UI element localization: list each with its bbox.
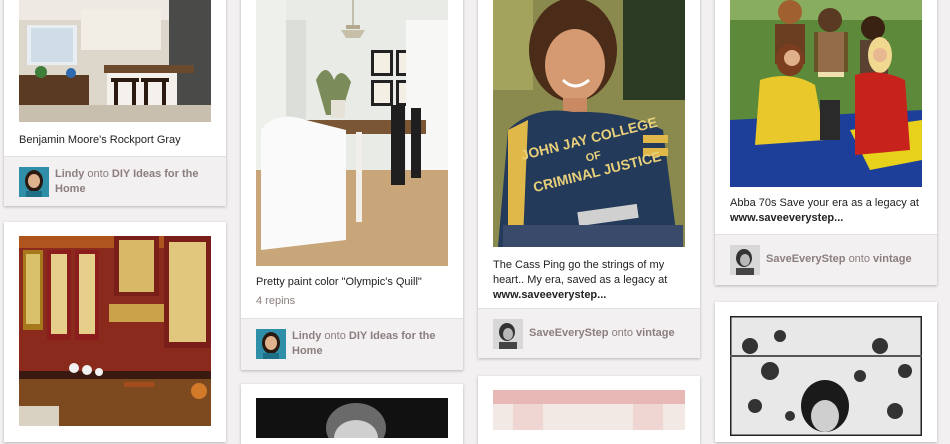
pin-attribution: SaveEveryStep onto vintage — [478, 308, 700, 358]
pin-attribution: Lindy onto DIY Ideas for the Home — [241, 318, 463, 370]
dining-room-photo — [256, 0, 448, 266]
attribution-text: SaveEveryStep onto vintage — [766, 252, 927, 267]
pin-image[interactable] — [19, 0, 211, 122]
pin-caption-link[interactable]: www.saveeverystep... — [493, 289, 606, 301]
avatar[interactable] — [493, 319, 523, 349]
pin-image[interactable] — [256, 0, 448, 266]
avatar[interactable] — [19, 167, 49, 197]
pin-caption: Abba 70s Save your era as a legacy at ww… — [730, 196, 923, 226]
avatar[interactable] — [256, 329, 286, 359]
attribution-board[interactable]: vintage — [873, 253, 912, 265]
pin-card[interactable]: JOHN JAY COLLEGE OF CRIMINAL JUSTICE The… — [478, 0, 700, 358]
pin-caption-text: Abba 70s Save your era as a legacy at — [730, 197, 919, 209]
pin-caption: Benjamin Moore's Rockport Gray — [19, 134, 181, 146]
user-avatar-lindy — [256, 329, 286, 359]
attribution-text: SaveEveryStep onto vintage — [529, 326, 690, 341]
pin-attribution: Lindy onto DIY Ideas for the Home — [4, 156, 226, 206]
pin-card[interactable]: Pretty paint color "Olympic's Quill" 4 r… — [241, 0, 463, 370]
attribution-user[interactable]: SaveEveryStep — [766, 253, 846, 265]
attribution-user[interactable]: SaveEveryStep — [529, 327, 609, 339]
attribution-user[interactable]: Lindy — [55, 168, 84, 180]
avatar[interactable] — [730, 245, 760, 275]
attribution-text: Lindy onto DIY Ideas for the Home — [292, 329, 453, 359]
attribution-onto: onto — [848, 253, 870, 265]
band-group-photo — [730, 0, 922, 187]
pin-image[interactable] — [493, 390, 685, 430]
repin-count[interactable]: 4 repins — [256, 295, 295, 307]
pin-image[interactable] — [730, 0, 922, 187]
pin-caption: The Cass Ping go the strings of my heart… — [493, 258, 686, 303]
pin-card[interactable] — [478, 376, 700, 444]
pin-caption-text: The Cass Ping go the strings of my heart… — [493, 259, 668, 286]
pin-image[interactable] — [256, 398, 448, 444]
attribution-onto: onto — [611, 327, 633, 339]
pin-caption-link[interactable]: www.saveeverystep... — [730, 212, 843, 224]
pin-card[interactable] — [241, 384, 463, 444]
kitchen-photo — [19, 0, 211, 122]
attribution-onto: onto — [324, 330, 346, 342]
attribution-onto: onto — [87, 168, 109, 180]
pin-attribution: SaveEveryStep onto vintage — [715, 234, 937, 285]
attribution-text: Lindy onto DIY Ideas for the Home — [55, 167, 216, 197]
attribution-user[interactable]: Lindy — [292, 330, 321, 342]
pin-image[interactable] — [19, 236, 211, 426]
pin-card[interactable]: Benjamin Moore's Rockport Gray Lindy ont… — [4, 0, 226, 206]
user-avatar-saveeverystep — [493, 319, 523, 349]
pin-card[interactable] — [715, 302, 937, 442]
user-avatar-saveeverystep — [730, 245, 760, 275]
attribution-board[interactable]: vintage — [636, 327, 675, 339]
retro-kitchen-photo — [19, 236, 211, 426]
floral-bw-photo — [728, 314, 924, 438]
pin-image[interactable]: JOHN JAY COLLEGE OF CRIMINAL JUSTICE — [493, 0, 685, 247]
pin-card[interactable] — [4, 222, 226, 442]
pin-caption: Pretty paint color "Olympic's Quill" — [256, 276, 422, 288]
user-avatar-lindy — [19, 167, 49, 197]
man-in-tshirt-photo: JOHN JAY COLLEGE OF CRIMINAL JUSTICE — [493, 0, 685, 247]
black-white-portrait-photo — [256, 398, 448, 444]
curtain-photo — [493, 390, 685, 430]
pin-image[interactable] — [728, 314, 924, 438]
pin-card[interactable]: Abba 70s Save your era as a legacy at ww… — [715, 0, 937, 285]
